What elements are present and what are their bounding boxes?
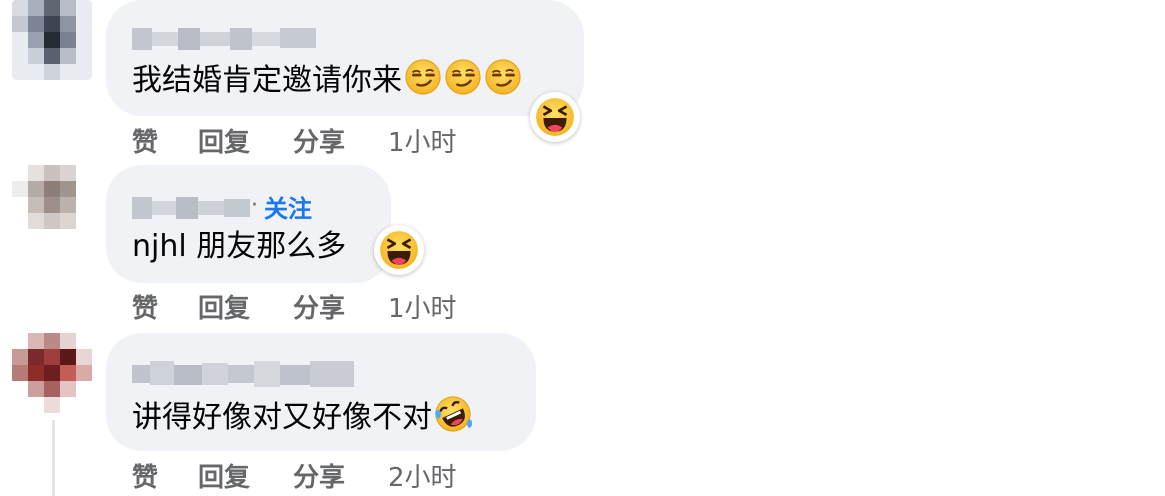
share-button[interactable]: 分享 [293,122,345,159]
comment-text-line: 我结婚肯定邀请你来 [132,58,522,101]
timestamp[interactable]: 1小时 [388,122,457,159]
commenter-name-blurred[interactable] [132,195,250,221]
comment-text-line: 讲得好像对又好像不对 [132,395,472,438]
share-button[interactable]: 分享 [293,457,345,494]
separator-dot: · [251,193,258,218]
commenter-name-blurred[interactable] [132,26,316,52]
smirk-emoji-icon [444,58,482,96]
haha-reaction-icon[interactable] [530,92,580,142]
like-button[interactable]: 赞 [132,122,158,159]
share-button[interactable]: 分享 [293,288,345,325]
like-button[interactable]: 赞 [132,457,158,494]
timestamp[interactable]: 2小时 [388,457,457,494]
rofl-emoji-icon [434,395,472,433]
avatar[interactable] [12,333,92,413]
comment-text: 讲得好像对又好像不对 [132,400,432,435]
reply-button[interactable]: 回复 [198,122,250,159]
comment-text: 我结婚肯定邀请你来 [132,63,402,98]
avatar[interactable] [12,165,92,245]
comment-bubble: 我结婚肯定邀请你来 [106,0,584,116]
timestamp[interactable]: 1小时 [388,288,457,325]
avatar[interactable] [12,0,92,80]
commenter-name-blurred[interactable] [132,359,354,387]
comment-text: njhl 朋友那么多 [132,229,347,264]
comment-bubble: · 关注 njhl 朋友那么多 [106,165,391,283]
like-button[interactable]: 赞 [132,288,158,325]
thread-line [52,420,55,496]
reply-button[interactable]: 回复 [198,457,250,494]
follow-button[interactable]: 关注 [264,189,312,224]
comment-bubble: 讲得好像对又好像不对 [106,333,536,451]
smirk-emoji-icon [484,58,522,96]
reply-button[interactable]: 回复 [198,288,250,325]
haha-reaction-icon[interactable] [374,225,424,275]
smirk-emoji-icon [404,58,442,96]
